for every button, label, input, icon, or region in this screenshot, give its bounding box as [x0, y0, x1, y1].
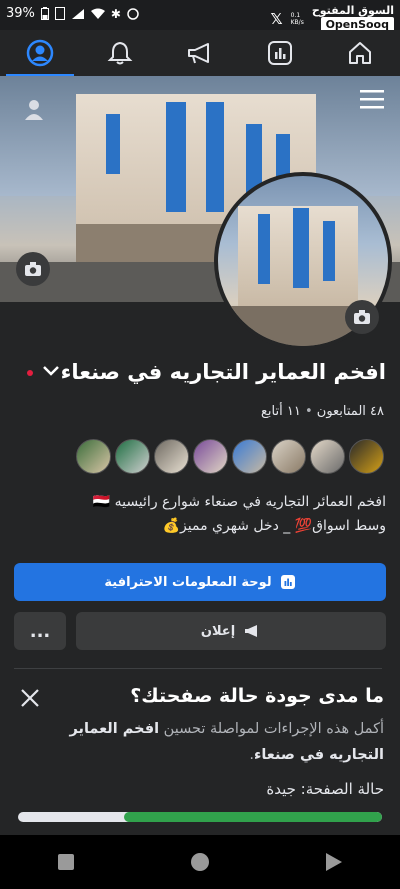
wifi-icon — [90, 8, 105, 19]
advertise-button[interactable]: إعلان — [76, 612, 386, 650]
page-quality-description: أكمل هذه الإجراءات لمواصلة تحسين افخم ال… — [44, 716, 384, 768]
avatar[interactable] — [271, 439, 306, 474]
close-icon[interactable] — [20, 688, 40, 708]
home-circle-icon[interactable] — [190, 852, 210, 872]
page-nav-tabs — [0, 30, 400, 77]
chevron-down-icon[interactable] — [42, 364, 60, 378]
avatar[interactable] — [115, 439, 150, 474]
avatar[interactable] — [193, 439, 228, 474]
bluetooth-icon: ✱ — [110, 6, 121, 21]
status-bar: 39% ✱ 𝕏 0.1 KB/s السوق المفتوح OpenSooq — [0, 0, 400, 33]
add-person-icon[interactable] — [22, 98, 48, 122]
back-icon[interactable] — [325, 852, 343, 872]
advertise-label: إعلان — [200, 623, 236, 639]
bell-icon — [107, 41, 133, 65]
circle-status-icon — [127, 7, 139, 20]
avatar[interactable] — [232, 439, 267, 474]
bio-line-1: افخم العمائر التجاريه في صنعاء شوارع رائ… — [92, 494, 386, 510]
chart-icon — [268, 41, 292, 65]
home-icon — [349, 42, 371, 64]
network-speed-value: 0.1 — [290, 11, 301, 19]
followers-count[interactable]: ٤٨ المتابعون — [317, 404, 384, 419]
page-title: افخم العماير التجاريه في صنعاء — [60, 360, 386, 384]
x-app-icon: 𝕏 — [270, 9, 283, 28]
watermark-arabic: السوق المفتوح — [311, 4, 394, 17]
signal-icon — [71, 8, 84, 19]
avatar[interactable] — [349, 439, 384, 474]
tab-insights[interactable] — [240, 30, 320, 76]
recents-icon[interactable] — [57, 853, 75, 871]
more-button[interactable]: ... — [14, 612, 66, 650]
divider — [14, 668, 382, 669]
camera-icon — [354, 310, 370, 324]
avatar[interactable] — [76, 439, 111, 474]
page-quality-progress — [18, 812, 382, 822]
quality-desc-prefix: أكمل هذه الإجراءات لمواصلة تحسين — [163, 721, 384, 737]
tab-ads[interactable] — [160, 30, 240, 76]
camera-icon — [25, 262, 41, 276]
tab-profile[interactable] — [0, 30, 80, 77]
profile-camera-button[interactable] — [345, 300, 379, 334]
page-bio: افخم العمائر التجاريه في صنعاء شوارع رائ… — [14, 490, 386, 538]
progress-fill — [123, 812, 382, 822]
bio-line-2: وسط اسواق💯 _ دخل شهري مميز💰 — [162, 518, 386, 534]
avatar[interactable] — [154, 439, 189, 474]
page-status-label: حالة الصفحة: جيدة — [266, 780, 384, 798]
sim-icon — [54, 7, 65, 20]
battery-label: 39% — [6, 6, 35, 21]
megaphone-icon — [188, 43, 209, 64]
follower-avatars — [66, 439, 384, 475]
stats-separator: • — [304, 404, 313, 419]
professional-dashboard-button[interactable]: لوحة المعلومات الاحترافية — [14, 563, 386, 601]
network-speed-unit: KB/s — [290, 18, 304, 26]
menu-icon[interactable] — [360, 88, 384, 110]
profile-icon — [26, 39, 54, 67]
tab-home[interactable] — [320, 30, 400, 76]
following-count[interactable]: ١١ أتابع — [261, 404, 301, 419]
professional-dashboard-label: لوحة المعلومات الاحترافية — [104, 574, 272, 590]
cover-camera-button[interactable] — [16, 252, 50, 286]
more-label: ... — [29, 620, 51, 642]
avatar[interactable] — [310, 439, 345, 474]
chart-icon — [280, 575, 295, 589]
tab-notifications[interactable] — [80, 30, 160, 76]
battery-icon — [40, 7, 49, 20]
page-stats: ٤٨ المتابعون • ١١ أتابع — [261, 404, 384, 419]
page-quality-title: ما مدى جودة حالة صفحتك؟ — [130, 685, 384, 707]
system-nav-bar — [0, 835, 400, 889]
notification-dot — [27, 370, 33, 376]
megaphone-icon — [245, 625, 258, 637]
